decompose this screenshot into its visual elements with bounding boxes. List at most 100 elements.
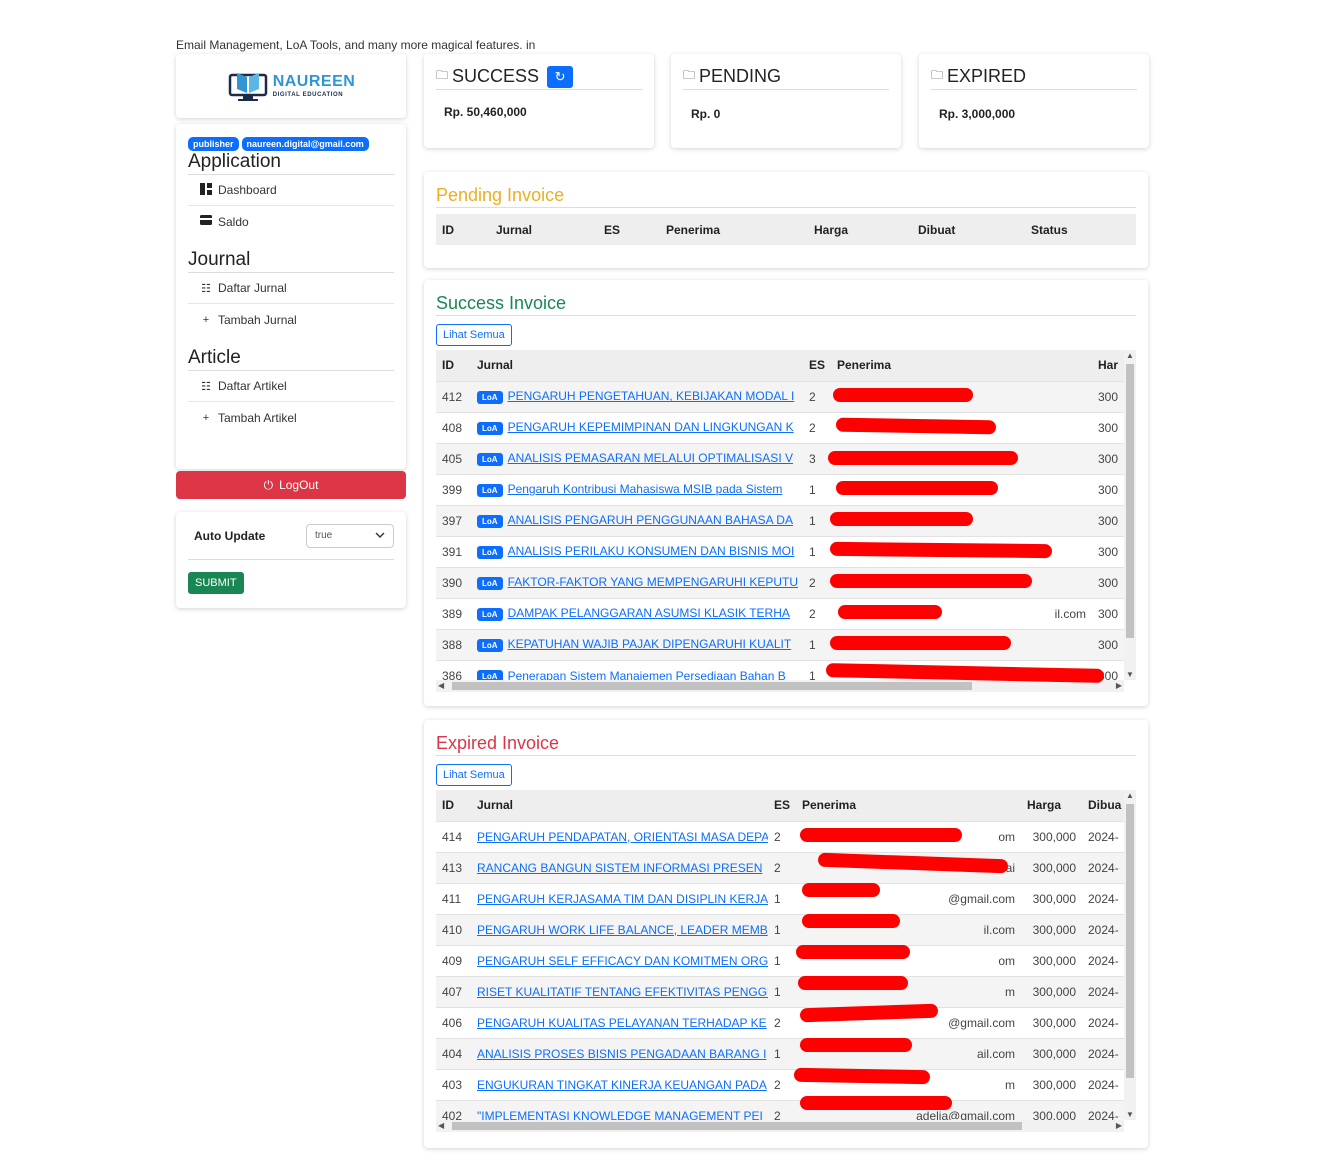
column-header[interactable]: Harga [808,214,912,245]
lihat-semua-button[interactable]: Lihat Semua [436,324,512,346]
success-invoice-table: ID Jurnal ES Penerima Har 412 LoA PENGARUH… [436,350,1124,691]
cell-es: 2 [768,1006,796,1038]
cell-es: 1 [768,1037,796,1069]
horizontal-scrollbar[interactable]: ◀ ▶ [436,1120,1124,1132]
jurnal-link[interactable]: PENGARUH PENGETAHUAN, KEBIJAKAN MODAL I [508,389,795,403]
table-row: 389 LoA DAMPAK PELANGGARAN ASUMSI KLASIK T… [436,597,1124,629]
redaction-mark [800,1038,912,1052]
loa-badge[interactable]: LoA [477,390,503,404]
sidebar-item-dashboard[interactable]: Dashboard [188,175,394,206]
vertical-scrollbar[interactable]: ▲ ▼ [1124,350,1136,680]
cell-harga: 300,000 [1021,1037,1082,1069]
jurnal-link[interactable]: DAMPAK PELANGGARAN ASUMSI KLASIK TERHA [508,606,790,620]
column-header[interactable]: Dibua [1082,790,1124,821]
jurnal-link[interactable]: ANALISIS PROSES BISNIS PENGADAAN BARANG … [477,1047,766,1061]
scrollbar-thumb[interactable] [1126,364,1134,638]
loa-badge[interactable]: LoA [477,421,503,435]
scrollbar-thumb[interactable] [452,682,972,690]
cell-jurnal: PENGARUH KUALITAS PELAYANAN TERHADAP KE [471,1006,768,1038]
jurnal-link[interactable]: PENGARUH KERJASAMA TIM DAN DISIPLIN KERJ… [477,892,768,906]
refresh-button[interactable]: ↻ [547,65,574,88]
loa-badge[interactable]: LoA [477,607,503,621]
column-header[interactable]: ID [436,790,471,821]
submit-button[interactable]: SUBMIT [188,572,244,594]
loa-badge[interactable]: LoA [477,483,503,497]
stat-card-pending: 🗀 PENDING Rp. 0 [671,54,901,148]
jurnal-link[interactable]: PENGARUH WORK LIFE BALANCE, LEADER MEMB [477,923,768,937]
sidebar-item-daftar-jurnal[interactable]: ☷ Daftar Jurnal [188,273,394,304]
sidebar-item-saldo[interactable]: Saldo [188,206,394,237]
cell-harga: 300 [1092,380,1124,412]
loa-badge[interactable]: LoA [477,545,503,559]
cell-id: 404 [436,1037,471,1069]
expired-invoice-panel: Expired Invoice Lihat Semua ID Jurnal ES… [424,720,1148,1148]
jurnal-link[interactable]: PENGARUH PENDAPATAN, ORIENTASI MASA DEPA [477,830,768,844]
table-row: 399 LoA Pengaruh Kontribusi Mahasiswa MSIB… [436,473,1124,505]
column-header[interactable]: Penerima [796,790,1021,821]
sidebar-item-tambah-artikel[interactable]: + Tambah Artikel [188,402,394,433]
jurnal-link[interactable]: KEPATUHAN WAJIB PAJAK DIPENGARUHI KUALIT [508,637,792,651]
logo-card: NAUREEN DIGITAL EDUCATION [176,54,406,118]
cell-jurnal: LoA ANALISIS PENGARUH PENGGUNAAN BAHASA D… [471,504,803,536]
sidebar-item-daftar-artikel[interactable]: ☷ Daftar Artikel [188,371,394,402]
auto-update-label: Auto Update [194,528,266,543]
jurnal-link[interactable]: Pengaruh Kontribusi Mahasiswa MSIB pada … [508,482,783,496]
column-header[interactable]: ES [803,350,831,381]
column-header[interactable]: Status [1025,214,1136,245]
jurnal-link[interactable]: ANALISIS PENGARUH PENGGUNAAN BAHASA DA [508,513,793,527]
jurnal-link[interactable]: PENGARUH KEPEMIMPINAN DAN LINGKUNGAN K [508,420,794,434]
column-header[interactable]: Jurnal [490,214,598,245]
column-header[interactable]: ES [768,790,796,821]
loa-badge[interactable]: LoA [477,514,503,528]
column-header[interactable]: Jurnal [471,350,803,381]
redaction-mark [829,541,1053,559]
cell-dibuat: 2024- [1082,851,1124,883]
sidebar-item-tambah-jurnal[interactable]: + Tambah Jurnal [188,304,394,335]
loa-badge[interactable]: LoA [477,576,503,590]
jurnal-link[interactable]: ENGUKURAN TINGKAT KINERJA KEUANGAN PADA [477,1078,767,1092]
vertical-scrollbar[interactable]: ▲ ▼ [1124,790,1136,1120]
horizontal-scrollbar[interactable]: ◀ ▶ [436,680,1124,692]
column-header[interactable]: Harga [1021,790,1082,821]
jurnal-link[interactable]: RANCANG BANGUN SISTEM INFORMASI PRESEN [477,861,762,875]
table-row: 413 RANCANG BANGUN SISTEM INFORMASI PRESE… [436,851,1124,883]
jurnal-link[interactable]: RISET KUALITATIF TENTANG EFEKTIVITAS PEN… [477,985,768,999]
stat-value: Rp. 50,460,000 [444,105,527,119]
jurnal-link[interactable]: ANALISIS PEMASARAN MELALUI OPTIMALISASI … [508,451,793,465]
column-header[interactable]: Penerima [831,350,1092,381]
monitor-book-icon [227,69,269,103]
jurnal-link[interactable]: PENGARUH KUALITAS PELAYANAN TERHADAP KE [477,1016,767,1030]
cell-dibuat: 2024- [1082,1037,1124,1069]
lihat-semua-button[interactable]: Lihat Semua [436,764,512,786]
sidebar-item-label: Tambah Jurnal [218,312,297,327]
logo-main-text: NAUREEN [272,73,356,90]
column-header[interactable]: Penerima [660,214,808,245]
column-header[interactable]: ID [436,350,471,381]
refresh-icon: ↻ [554,68,566,84]
logout-button[interactable]: ⏻ LogOut [176,471,406,499]
scrollbar-thumb[interactable] [452,1122,1022,1130]
cell-es: 2 [803,566,831,598]
column-header[interactable]: Dibuat [912,214,1025,245]
column-header[interactable]: ES [598,214,660,245]
loa-badge[interactable]: LoA [477,452,503,466]
column-header[interactable]: Har [1092,350,1124,381]
cell-jurnal: PENGARUH KERJASAMA TIM DAN DISIPLIN KERJ… [471,882,768,914]
cell-harga: 300 [1092,504,1124,536]
table-row: 410 PENGARUH WORK LIFE BALANCE, LEADER ME… [436,913,1124,945]
column-header[interactable]: ID [436,214,490,245]
loa-badge[interactable]: LoA [477,638,503,652]
jurnal-link[interactable]: FAKTOR-FAKTOR YANG MEMPENGARUHI KEPUTU [508,575,799,589]
scrollbar-thumb[interactable] [1126,804,1134,1078]
jurnal-link[interactable]: PENGARUH SELF EFFICACY DAN KOMITMEN ORG [477,954,768,968]
column-header[interactable]: Jurnal [471,790,768,821]
auto-update-select[interactable]: true [306,523,394,548]
brand-logo[interactable]: NAUREEN DIGITAL EDUCATION [227,69,356,103]
cell-harga: 300,000 [1021,1068,1082,1100]
role-badge: publisher [188,137,239,151]
table-row: 388 LoA KEPATUHAN WAJIB PAJAK DIPENGARUHI … [436,628,1124,660]
jurnal-link[interactable]: ANALISIS PERILAKU KONSUMEN DAN BISNIS MO… [508,544,795,558]
power-icon: ⏻ [263,477,274,492]
cell-es: 1 [768,944,796,976]
expired-invoice-table: ID Jurnal ES Penerima Harga Dibua 414 PEN… [436,790,1124,1131]
